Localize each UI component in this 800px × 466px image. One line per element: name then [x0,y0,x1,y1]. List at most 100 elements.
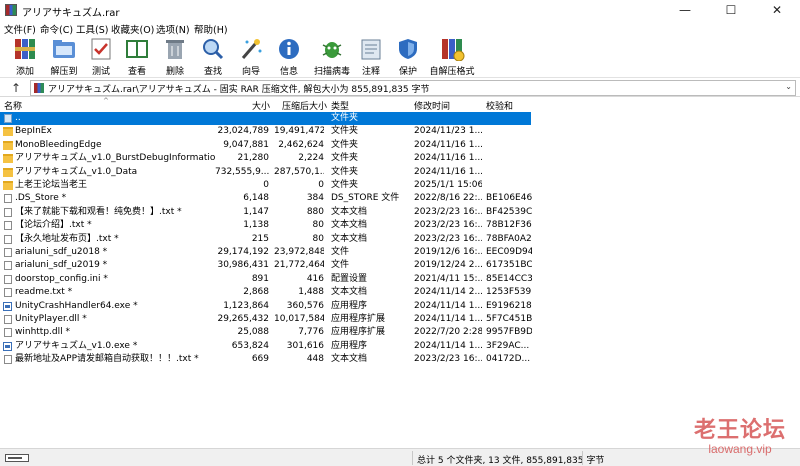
delete-icon [162,37,188,61]
file-type: 文件夹 [331,126,359,137]
file-crc [486,166,532,179]
file-row[interactable]: アリアサキュズム_v1.0.exe * 653,824 301,616 应用程序 202… [0,340,800,353]
file-name: arialuni_sdf_u2019 * [15,260,108,271]
path-text: アリアサキュズム.rar\アリアサキュズム - 固实 RAR 压缩文件, 解包大… [48,85,430,95]
file-row[interactable]: arialuni_sdf_u2019 * 30,986,431 21,772,464… [0,259,800,272]
view-button[interactable]: 查看 [122,37,152,77]
header-size[interactable]: 大小 [252,99,270,112]
file-icon [4,355,12,365]
file-row[interactable]: アリアサキュズム_v1.0_Data 732,555,9... 287,570,1.… [0,166,800,179]
menu-options[interactable]: 选项(N) [156,22,190,36]
file-row[interactable]: アリアサキュズム_v1.0_BurstDebugInformation_... 2… [0,152,800,165]
file-row[interactable]: MonoBleedingEdge 9,047,881 2,462,624 文件夹 202… [0,139,800,152]
file-name: BepInEx [15,126,52,137]
file-packed-size: 360,576 [286,300,324,311]
file-size: 2,868 [243,287,269,298]
sort-ascending-icon: ^ [103,97,109,105]
test-button[interactable]: 测试 [86,37,116,77]
file-row[interactable]: 【永久地址发布页】.txt * 215 80 文本文档 2023/2/23 16:...… [0,233,800,246]
protect-button[interactable]: 保护 [393,37,423,77]
path-field[interactable]: アリアサキュズム.rar\アリアサキュズム - 固实 RAR 压缩文件, 解包大… [30,80,796,96]
virus-scan-icon [319,37,345,61]
file-packed-size: 7,776 [298,327,324,338]
header-name[interactable]: 名称 [4,99,22,112]
watermark: 老王论坛 laowang.vip [690,412,790,456]
file-size: 215 [251,233,269,244]
comment-icon [358,37,384,61]
file-name: doorstop_config.ini * [15,273,108,284]
file-row[interactable]: arialuni_sdf_u2018 * 29,174,192 23,972,848… [0,246,800,259]
file-type: 文件夹 [331,153,359,164]
file-crc [486,125,532,138]
close-button[interactable]: ✕ [754,0,800,20]
file-type: 文件 [331,260,350,271]
file-row[interactable]: UnityPlayer.dll * 29,265,432 10,017,584 应用程… [0,313,800,326]
file-row[interactable]: readme.txt * 2,868 1,488 文本文档 2024/11/14 2..… [0,286,800,299]
info-button[interactable]: 信息 [274,37,304,77]
file-row[interactable]: .DS_Store * 6,148 384 DS_STORE 文件 2022/8/16 … [0,192,800,205]
virus-scan-button[interactable]: 扫描病毒 [313,37,351,77]
file-modified: 2023/2/23 16:... [414,354,482,365]
file-size: 1,138 [243,220,269,231]
file-row[interactable]: winhttp.dll * 25,088 7,776 应用程序扩展 2022/7/20 … [0,326,800,339]
file-row[interactable]: .. 文件夹 [0,112,800,126]
file-modified: 2024/11/16 1... [414,153,482,164]
file-packed-size: 10,017,584 [274,314,324,324]
file-crc: BF42539C [486,206,532,217]
menu-tools[interactable]: 工具(S) [76,22,108,36]
file-crc: EEC09D94 [486,247,532,257]
header-crc[interactable]: 校验和 [486,99,513,112]
file-type: 应用程序扩展 [331,314,386,324]
sfx-button[interactable]: 自解压格式 [427,37,477,77]
file-row[interactable]: 【来了就能下载和观看！纯免费！】.txt * 1,147 880 文本文档 2023/2… [0,206,800,219]
file-crc [486,152,532,165]
file-type: 文件夹 [331,166,359,177]
add-button[interactable]: 添加 [8,37,42,77]
menu-favorites[interactable]: 收藏夹(O) [111,22,154,36]
file-packed-size: 880 [306,206,324,217]
file-modified: 2025/1/1 15:06 [414,180,482,190]
comment-button[interactable]: 注释 [356,37,386,77]
delete-button[interactable]: 删除 [160,37,190,77]
file-row[interactable]: 【论坛介绍】.txt * 1,138 80 文本文档 2023/2/23 16:... 7… [0,219,800,232]
header-type[interactable]: 类型 [331,99,349,112]
header-packed[interactable]: 压缩后大小 [282,99,327,112]
up-folder-icon[interactable]: ↑ [8,81,24,95]
folder-icon [3,140,13,150]
path-dropdown-icon[interactable]: ⌄ [785,82,792,91]
info-icon [276,37,302,61]
file-row[interactable]: 上老王论坛当老王 0 0 文件夹 2025/1/1 15:06 [0,179,800,192]
file-icon [4,315,12,324]
column-headers: 名称 ^ 大小 压缩后大小 类型 修改时间 校验和 [0,97,800,112]
file-name: arialuni_sdf_u2018 * [15,247,108,257]
folder-icon [3,181,13,190]
file-size: 0 [263,180,269,190]
header-modified[interactable]: 修改时间 [414,99,450,112]
file-row[interactable]: UnityCrashHandler64.exe * 1,123,864 360,57… [0,300,800,313]
file-icon [4,234,12,244]
file-packed-size: 0 [318,180,324,190]
extract-to-button[interactable]: 解压到 [46,37,82,77]
add-archive-icon [12,37,38,61]
file-modified: 2022/8/16 22:... [414,193,482,204]
folder-icon [3,127,13,137]
extract-to-icon [51,37,77,61]
menu-help[interactable]: 帮助(H) [194,22,228,36]
maximize-button[interactable]: ☐ [708,0,754,20]
file-modified: 2024/11/23 1... [414,126,482,137]
menu-commands[interactable]: 命令(C) [40,22,73,36]
find-button[interactable]: 查找 [198,37,228,77]
wizard-button[interactable]: 向导 [236,37,266,77]
file-crc: 85E14CC3 [486,273,532,284]
file-type: 应用程序扩展 [331,327,386,338]
file-name: アリアサキュズム_v1.0_BurstDebugInformation_... [15,153,215,164]
file-row[interactable]: BepInEx 23,024,789 19,491,472 文件夹 2024/11/23… [0,125,800,138]
file-size: 30,986,431 [217,260,269,271]
file-crc: 9957FB9D [486,327,532,338]
menu-file[interactable]: 文件(F) [4,22,36,36]
file-type: 文本文档 [331,233,368,244]
file-modified: 2019/12/24 2... [414,260,482,271]
minimize-button[interactable]: — [662,0,708,20]
file-row[interactable]: doorstop_config.ini * 891 416 配置设置 2021/4/11… [0,273,800,286]
file-row[interactable]: 最新地址及APP请发邮箱自动获取！！！.txt * 669 448 文本文档 2023/… [0,353,800,366]
